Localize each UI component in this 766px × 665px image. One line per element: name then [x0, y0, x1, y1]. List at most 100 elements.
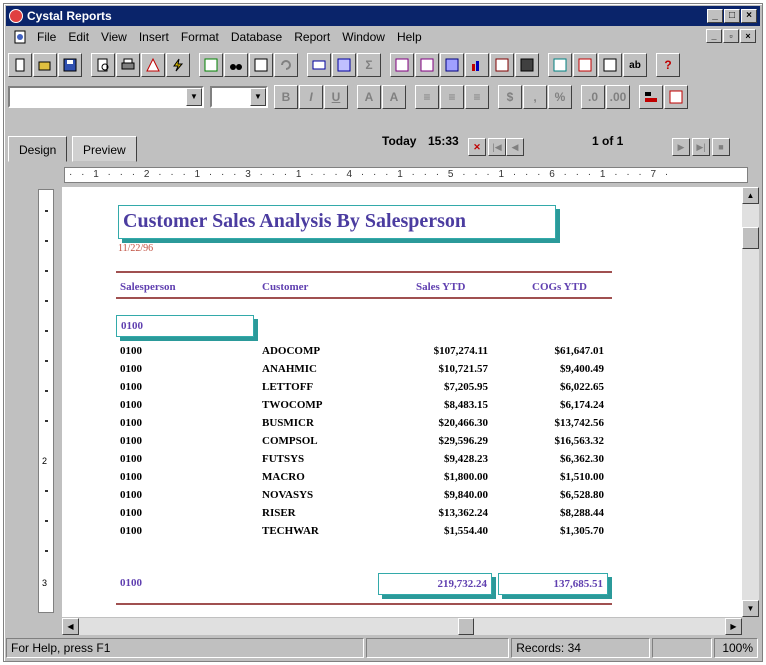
currency-icon[interactable]: $ [498, 85, 522, 109]
save-icon[interactable] [58, 53, 82, 77]
status-empty-panel-2 [652, 638, 713, 658]
next-page-icon[interactable]: ▶ [672, 138, 690, 156]
last-page-icon[interactable]: ▶| [692, 138, 710, 156]
header-rule [116, 271, 612, 273]
find-icon[interactable] [224, 53, 248, 77]
font-shrink-icon[interactable]: A [382, 85, 406, 109]
stop-icon[interactable]: ■ [712, 138, 730, 156]
time-label: 15:33 [428, 134, 459, 148]
print-preview-icon[interactable] [91, 53, 115, 77]
help-icon[interactable]: ? [656, 53, 680, 77]
sales-subtotal-box[interactable]: 219,732.24 [378, 573, 492, 595]
table-row: 0100 ADOCOMP $107,274.11 $61,647.01 [120, 345, 604, 357]
report-title: Customer Sales Analysis By Salesperson [123, 210, 467, 232]
open-icon[interactable] [33, 53, 57, 77]
close-button[interactable]: × [741, 9, 757, 23]
export-icon[interactable] [141, 53, 165, 77]
comma-icon[interactable]: , [523, 85, 547, 109]
doc-minimize-button[interactable]: _ [706, 29, 722, 43]
tab-preview[interactable]: Preview [72, 136, 137, 162]
minimize-button[interactable]: _ [707, 9, 723, 23]
insert-database-field-icon[interactable] [332, 53, 356, 77]
menu-report[interactable]: Report [288, 30, 336, 44]
prev-page-icon[interactable]: ◀ [506, 138, 524, 156]
insert-grand-total-icon[interactable] [440, 53, 464, 77]
cogs-subtotal-box[interactable]: 137,685.51 [498, 573, 608, 595]
vertical-scrollbar[interactable]: ▲ ▼ [742, 187, 759, 617]
increase-decimal-icon[interactable]: .0 [581, 85, 605, 109]
close-preview-icon[interactable]: ✕ [468, 138, 486, 156]
table-row: 0100 ANAHMIC $10,721.57 $9,400.49 [120, 363, 604, 375]
crystal-reports-window: Cystal Reports _ □ × File Edit View Inse… [3, 3, 763, 662]
underline-icon[interactable]: U [324, 85, 348, 109]
new-icon[interactable] [8, 53, 32, 77]
menu-view[interactable]: View [95, 30, 133, 44]
zoom-icon[interactable]: ab [623, 53, 647, 77]
chevron-down-icon[interactable]: ▼ [186, 88, 202, 106]
insert-subtotal-icon[interactable] [415, 53, 439, 77]
table-row: 0100 COMPSOL $29,596.29 $16,563.32 [120, 435, 604, 447]
view-tabs-row: Design Preview Today 15:33 ✕ |◀ ◀ 1 of 1… [6, 132, 760, 164]
vertical-ruler: 2 3 [38, 189, 54, 613]
insert-picture-icon[interactable] [490, 53, 514, 77]
menu-format[interactable]: Format [175, 30, 225, 44]
title-bar[interactable]: Cystal Reports _ □ × [6, 6, 760, 26]
scroll-up-icon[interactable]: ▲ [742, 187, 759, 204]
merge-icon[interactable] [639, 85, 663, 109]
sort-order-icon[interactable] [573, 53, 597, 77]
scroll-down-icon[interactable]: ▼ [742, 600, 759, 617]
vertical-scroll-thumb[interactable] [742, 227, 759, 249]
menu-window[interactable]: Window [336, 30, 391, 44]
undo-icon[interactable] [274, 53, 298, 77]
document-icon[interactable] [12, 29, 28, 45]
insert-summary-icon[interactable]: Σ [357, 53, 381, 77]
doc-restore-button[interactable]: ▫ [723, 29, 739, 43]
group-tree-icon[interactable] [664, 85, 688, 109]
font-grow-icon[interactable]: A [357, 85, 381, 109]
percent-icon[interactable]: % [548, 85, 572, 109]
status-zoom: 100% [714, 638, 759, 658]
left-ruler-area: 2 3 [18, 187, 58, 617]
app-icon[interactable] [9, 9, 23, 23]
italic-icon[interactable]: I [299, 85, 323, 109]
select-expert-icon[interactable] [249, 53, 273, 77]
insert-ole-icon[interactable] [515, 53, 539, 77]
col-header-salesperson: Salesperson [120, 281, 176, 293]
menu-insert[interactable]: Insert [133, 30, 175, 44]
decrease-decimal-icon[interactable]: .00 [606, 85, 630, 109]
report-expert-icon[interactable] [548, 53, 572, 77]
menu-database[interactable]: Database [225, 30, 288, 44]
report-title-box[interactable]: Customer Sales Analysis By Salesperson [118, 205, 556, 239]
print-icon[interactable] [116, 53, 140, 77]
bold-icon[interactable]: B [274, 85, 298, 109]
align-left-icon[interactable]: ≡ [415, 85, 439, 109]
doc-close-button[interactable]: × [740, 29, 756, 43]
insert-chart-icon[interactable] [465, 53, 489, 77]
scroll-right-icon[interactable]: ▶ [725, 618, 742, 635]
menu-help[interactable]: Help [391, 30, 428, 44]
header-bottom-rule [116, 297, 612, 299]
font-size-combo[interactable]: ▼ [210, 86, 268, 108]
horizontal-scrollbar[interactable]: ◀ ▶ [62, 618, 742, 635]
format-section-icon[interactable] [598, 53, 622, 77]
first-page-icon[interactable]: |◀ [488, 138, 506, 156]
insert-field-icon[interactable] [199, 53, 223, 77]
horizontal-scroll-thumb[interactable] [458, 618, 474, 635]
table-row: 0100 FUTSYS $9,428.23 $6,362.30 [120, 453, 604, 465]
maximize-button[interactable]: □ [724, 9, 740, 23]
insert-text-icon[interactable] [307, 53, 331, 77]
menu-edit[interactable]: Edit [62, 30, 95, 44]
group-header-box[interactable]: 0100 [116, 315, 254, 337]
tab-design[interactable]: Design [8, 136, 68, 162]
menu-file[interactable]: File [31, 30, 62, 44]
font-name-combo[interactable]: ▼ [8, 86, 204, 108]
horizontal-ruler: · · 1 · · · 2 · · · 1 · · · 3 · · · 1 · … [64, 167, 748, 183]
group-header-label: 0100 [121, 320, 143, 332]
scroll-left-icon[interactable]: ◀ [62, 618, 79, 635]
insert-group-icon[interactable] [390, 53, 414, 77]
table-row: 0100 LETTOFF $7,205.95 $6,022.65 [120, 381, 604, 393]
refresh-icon[interactable] [166, 53, 190, 77]
align-center-icon[interactable]: ≡ [440, 85, 464, 109]
chevron-down-icon[interactable]: ▼ [250, 88, 266, 106]
align-right-icon[interactable]: ≡ [465, 85, 489, 109]
